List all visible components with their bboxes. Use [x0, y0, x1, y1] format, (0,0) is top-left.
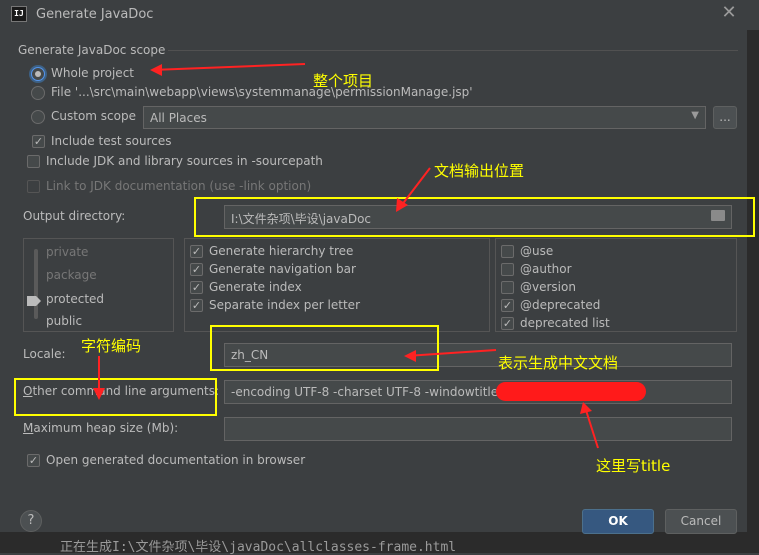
arrow-chinese — [405, 349, 497, 357]
annotation-arrows — [93, 63, 599, 449]
arrow-whole-project — [151, 63, 306, 71]
